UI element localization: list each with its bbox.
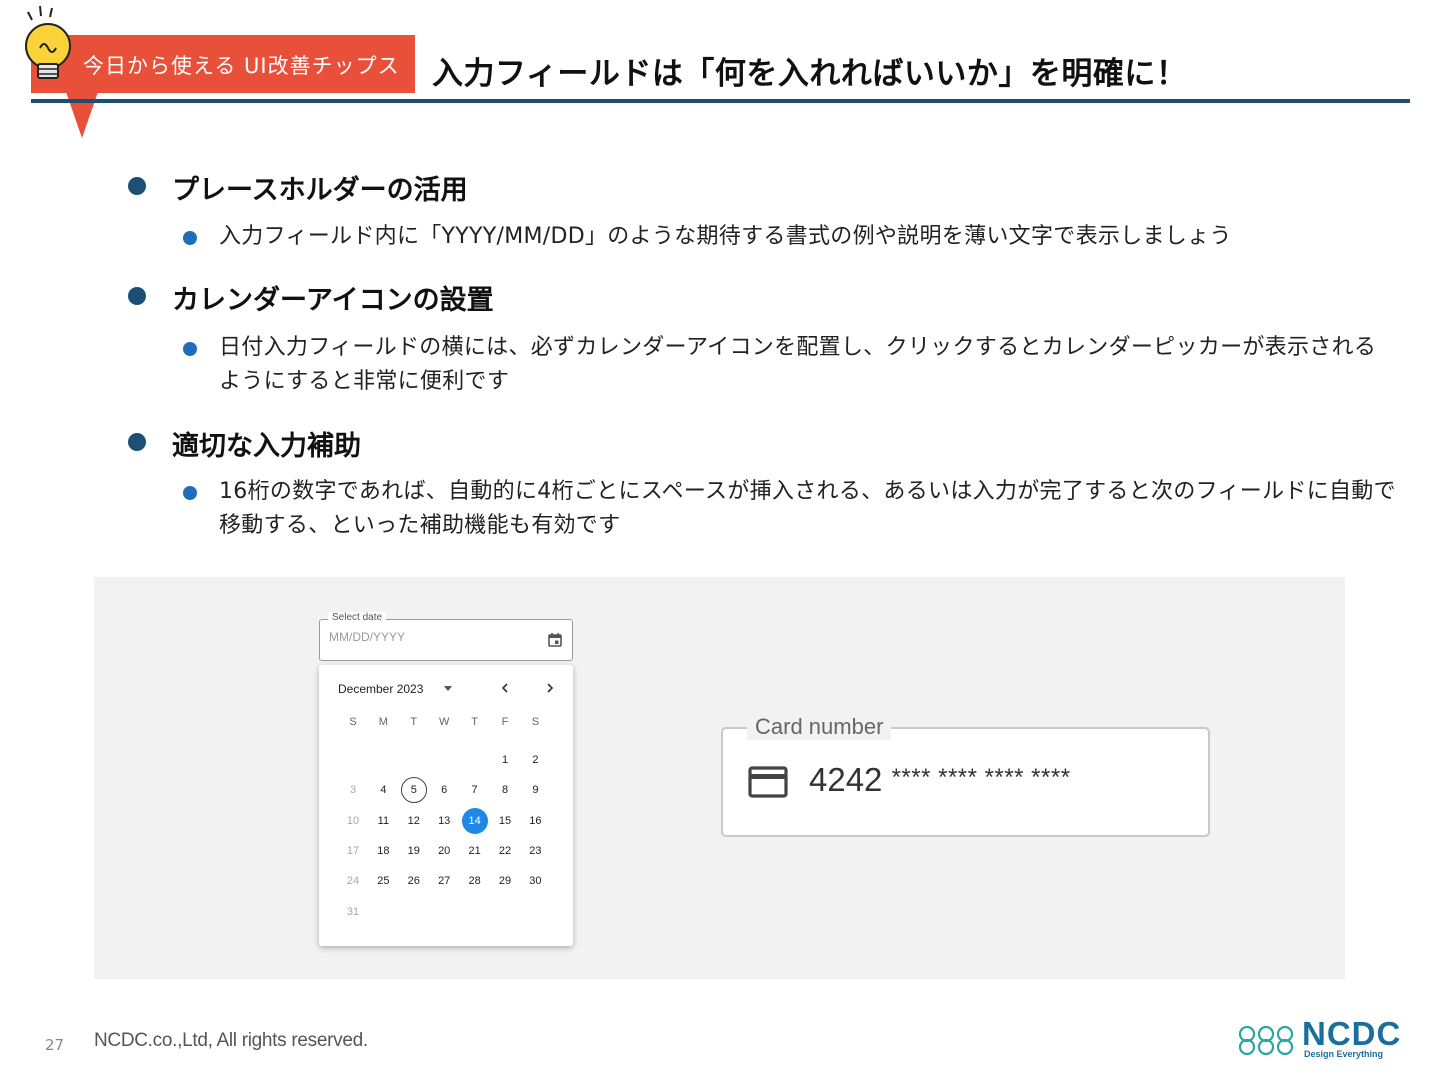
calendar-day[interactable]: 2 [522, 747, 548, 773]
section-detail-text: 16桁の数字であれば、自動的に4桁ごとにスペースが挿入される、あるいは入力が完了… [219, 479, 1396, 538]
ncdc-logo: NCDC Design Everything [1237, 1015, 1412, 1062]
calendar-day[interactable]: 12 [401, 808, 427, 834]
calendar-day[interactable]: 23 [522, 838, 548, 864]
section-heading-text: カレンダーアイコンの設置 [172, 285, 494, 316]
calendar-day[interactable]: 25 [370, 868, 396, 894]
calendar-weekday: T [471, 716, 478, 728]
calendar-picker: December 2023 S M T W T F S 1 2 3 4 5 6 7 8 9 10 11 12 13 14… [319, 665, 573, 946]
calendar-day[interactable]: 13 [431, 808, 457, 834]
section-heading-text: 適切な入力補助 [172, 431, 361, 462]
calendar-day[interactable]: 9 [522, 777, 548, 803]
bullet-dot [128, 287, 146, 305]
calendar-day[interactable]: 24 [340, 868, 366, 894]
credit-card-icon [748, 766, 788, 798]
calendar-icon[interactable] [547, 632, 563, 648]
chevron-right-icon[interactable] [543, 681, 557, 695]
bullet-dot [183, 231, 197, 245]
card-number-label: Card number [747, 714, 892, 740]
calendar-day[interactable]: 10 [340, 808, 366, 834]
logo-text: NCDC [1302, 1015, 1402, 1052]
calendar-day[interactable]: 1 [492, 747, 518, 773]
title-divider [31, 99, 1410, 103]
calendar-day[interactable]: 20 [431, 838, 457, 864]
bullet-dot [128, 433, 146, 451]
card-number-field[interactable]: Card number 4242 **** **** **** **** [721, 714, 1210, 837]
calendar-day[interactable]: 21 [462, 838, 488, 864]
section-detail-text: 入力フィールド内に「YYYY/MM/DD」のような期待する書式の例や説明を薄い文… [219, 224, 1232, 249]
dropdown-arrow-icon[interactable] [444, 686, 452, 691]
date-field[interactable]: Select date [319, 612, 573, 661]
card-number-digits: 4242 [809, 761, 883, 798]
section-heading-text: プレースホルダーの活用 [172, 175, 468, 206]
section-detail: 16桁の数字であれば、自動的に4桁ごとにスペースが挿入される、あるいは入力が完了… [183, 475, 1398, 543]
bullet-dot [183, 342, 197, 356]
calendar-day[interactable]: 17 [340, 838, 366, 864]
calendar-day-selected[interactable]: 14 [461, 807, 488, 834]
calendar-day[interactable]: 27 [431, 868, 457, 894]
calendar-day[interactable]: 26 [401, 868, 427, 894]
card-number-value: 4242 **** **** **** **** [809, 761, 1071, 799]
slide-title: 入力フィールドは「何を入れればいいか」を明確に！ [432, 56, 1188, 92]
calendar-day[interactable]: 6 [431, 777, 457, 803]
logo-tagline: Design Everything [1304, 1049, 1384, 1059]
calendar-day[interactable]: 18 [370, 838, 396, 864]
ncdc-logo-mark-icon [1238, 1025, 1294, 1056]
calendar-day[interactable]: 28 [462, 868, 488, 894]
page-number: 27 [45, 1036, 65, 1054]
calendar-day[interactable]: 15 [492, 808, 518, 834]
date-field-label: Select date [328, 612, 387, 623]
bullet-dot [183, 486, 197, 500]
calendar-day[interactable]: 3 [340, 777, 366, 803]
calendar-month-label[interactable]: December 2023 [338, 682, 423, 696]
calendar-weekday: M [378, 716, 388, 728]
calendar-day[interactable]: 8 [492, 777, 518, 803]
calendar-day[interactable]: 30 [522, 868, 548, 894]
calendar-day-today[interactable]: 5 [400, 777, 427, 804]
calendar-day[interactable]: 7 [462, 777, 488, 803]
card-number-mask: **** **** **** **** [891, 764, 1071, 791]
calendar-weekday: W [438, 716, 450, 728]
calendar-day[interactable]: 31 [340, 899, 366, 925]
calendar-day[interactable]: 19 [401, 838, 427, 864]
calendar-weekday: S [531, 716, 540, 728]
date-input[interactable] [329, 630, 529, 644]
bullet-dot [128, 177, 146, 195]
header-tag: 今日から使える UI改善チップス [31, 35, 415, 93]
section-detail: 入力フィールド内に「YYYY/MM/DD」のような期待する書式の例や説明を薄い文… [183, 220, 1398, 254]
calendar-weekday: T [410, 716, 418, 728]
calendar-day[interactable]: 16 [522, 808, 548, 834]
calendar-weekday: F [501, 716, 509, 728]
section-detail-text: 日付入力フィールドの横には、必ずカレンダーアイコンを配置し、クリックするとカレン… [219, 335, 1377, 394]
calendar-day[interactable]: 4 [370, 777, 396, 803]
section-detail: 日付入力フィールドの横には、必ずカレンダーアイコンを配置し、クリックするとカレン… [183, 331, 1398, 399]
calendar-day[interactable]: 11 [370, 808, 396, 834]
calendar-day[interactable]: 22 [492, 838, 518, 864]
header-tag-label: 今日から使える UI改善チップス [83, 54, 400, 78]
chevron-left-icon[interactable] [498, 681, 512, 695]
lightbulb-icon [25, 5, 71, 79]
calendar-weekday: S [349, 716, 357, 728]
calendar-day[interactable]: 29 [492, 868, 518, 894]
copyright: NCDC.co.,Ltd, All rights reserved. [94, 1030, 368, 1051]
